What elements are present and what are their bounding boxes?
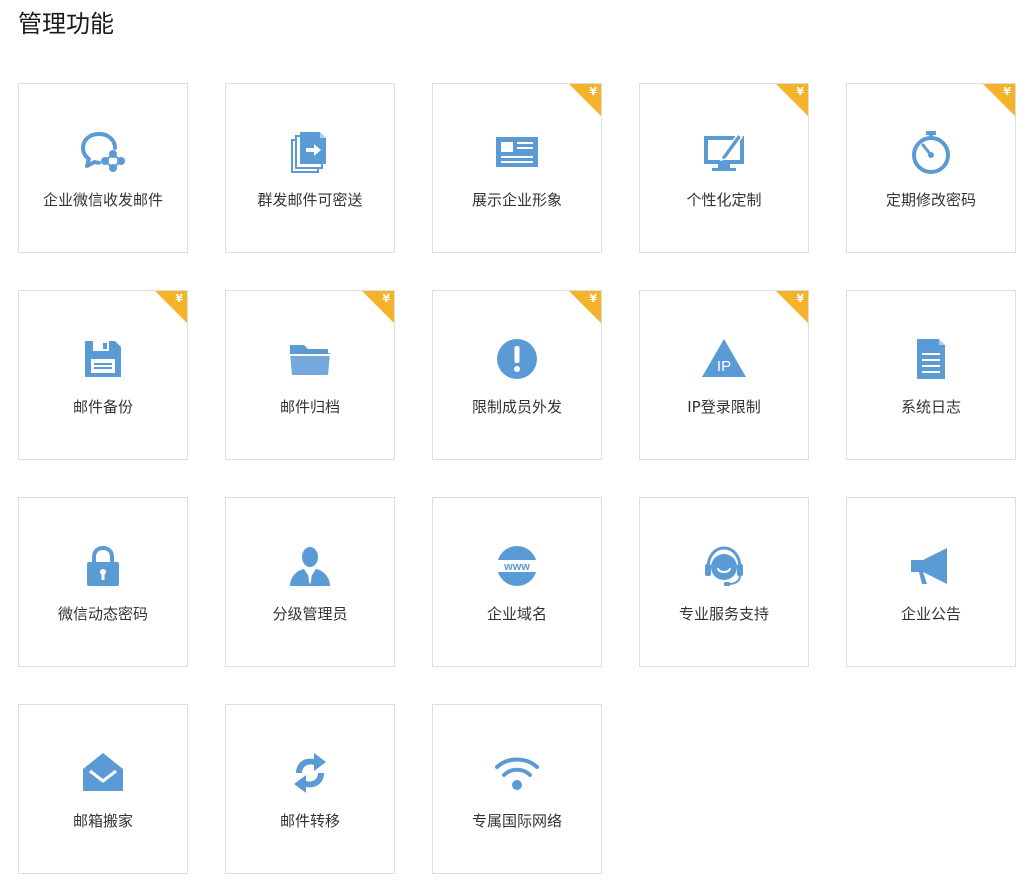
- svg-text:www: www: [503, 561, 530, 573]
- folder-icon: [286, 335, 334, 383]
- feature-card-tiered-admin[interactable]: 分级管理员: [225, 497, 395, 667]
- paid-badge-symbol: ¥: [382, 292, 390, 305]
- wifi-signal-icon: [493, 749, 541, 797]
- document-log-icon: [907, 335, 955, 383]
- feature-label: 专业服务支持: [678, 605, 769, 623]
- paid-badge-symbol: ¥: [1003, 85, 1011, 98]
- transfer-arrows-icon: [286, 749, 334, 797]
- feature-label: 企业公告: [900, 605, 961, 623]
- feature-card-pro-support[interactable]: 专业服务支持: [639, 497, 809, 667]
- feature-label: 个性化定制: [686, 191, 762, 209]
- feature-card-password-rotation[interactable]: ¥ 定期修改密码: [846, 83, 1016, 253]
- feature-label: 定期修改密码: [885, 191, 976, 209]
- feature-card-customization[interactable]: ¥ 个性化定制: [639, 83, 809, 253]
- feature-card-restrict-outgoing[interactable]: ¥ 限制成员外发: [432, 290, 602, 460]
- feature-grid: 企业微信收发邮件 群发邮件可密送 ¥ 展示企业形象 ¥ 个性化定制 ¥ 定期修改…: [18, 83, 1016, 874]
- feature-card-dedicated-network[interactable]: 专属国际网络: [432, 704, 602, 874]
- feature-card-mail-backup[interactable]: ¥ 邮件备份: [18, 290, 188, 460]
- ip-triangle-icon: IP: [700, 335, 748, 383]
- feature-card-system-log[interactable]: 系统日志: [846, 290, 1016, 460]
- feature-card-wechat-otp[interactable]: 微信动态密码: [18, 497, 188, 667]
- feature-label: 企业微信收发邮件: [42, 191, 163, 209]
- paid-badge-symbol: ¥: [589, 85, 597, 98]
- feature-label: IP登录限制: [687, 398, 761, 416]
- feature-label: 限制成员外发: [471, 398, 562, 416]
- admin-person-icon: [286, 542, 334, 590]
- feature-label: 系统日志: [900, 398, 961, 416]
- paid-badge-symbol: ¥: [175, 292, 183, 305]
- mailbox-move-icon: [79, 749, 127, 797]
- feature-card-mail-transfer[interactable]: 邮件转移: [225, 704, 395, 874]
- feature-label: 邮件转移: [279, 812, 340, 830]
- feature-card-announcement[interactable]: 企业公告: [846, 497, 1016, 667]
- paid-badge-symbol: ¥: [589, 292, 597, 305]
- svg-text:IP: IP: [717, 358, 731, 375]
- padlock-icon: [79, 542, 127, 590]
- feature-label: 邮箱搬家: [72, 812, 133, 830]
- feature-card-wechat-mail[interactable]: 企业微信收发邮件: [18, 83, 188, 253]
- page-title: 管理功能: [18, 10, 114, 38]
- floppy-disk-icon: [79, 335, 127, 383]
- feature-card-mass-send[interactable]: 群发邮件可密送: [225, 83, 395, 253]
- paid-badge-symbol: ¥: [796, 292, 804, 305]
- www-globe-icon: www: [493, 542, 541, 590]
- paid-badge-symbol: ¥: [796, 85, 804, 98]
- stopwatch-icon: [907, 128, 955, 176]
- monitor-pen-icon: [700, 128, 748, 176]
- feature-label: 邮件备份: [72, 398, 133, 416]
- feature-label: 展示企业形象: [471, 191, 562, 209]
- feature-label: 群发邮件可密送: [257, 191, 363, 209]
- feature-label: 分级管理员: [272, 605, 348, 623]
- wechat-bubble-icon: [79, 128, 127, 176]
- management-features-page: 管理功能 企业微信收发邮件 群发邮件可密送 ¥ 展示企业形象 ¥ 个性化定制 ¥…: [0, 0, 1029, 892]
- feature-card-mailbox-migration[interactable]: 邮箱搬家: [18, 704, 188, 874]
- feature-card-company-domain[interactable]: www 企业域名: [432, 497, 602, 667]
- feature-card-company-image[interactable]: ¥ 展示企业形象: [432, 83, 602, 253]
- business-card-icon: [493, 128, 541, 176]
- exclamation-circle-icon: [493, 335, 541, 383]
- mass-send-documents-icon: [286, 128, 334, 176]
- feature-label: 邮件归档: [279, 398, 340, 416]
- feature-label: 专属国际网络: [471, 812, 562, 830]
- headset-support-icon: [700, 542, 748, 590]
- feature-label: 企业域名: [486, 605, 547, 623]
- feature-label: 微信动态密码: [57, 605, 148, 623]
- feature-card-mail-archive[interactable]: ¥ 邮件归档: [225, 290, 395, 460]
- megaphone-icon: [907, 542, 955, 590]
- feature-card-ip-restriction[interactable]: ¥ IP IP登录限制: [639, 290, 809, 460]
